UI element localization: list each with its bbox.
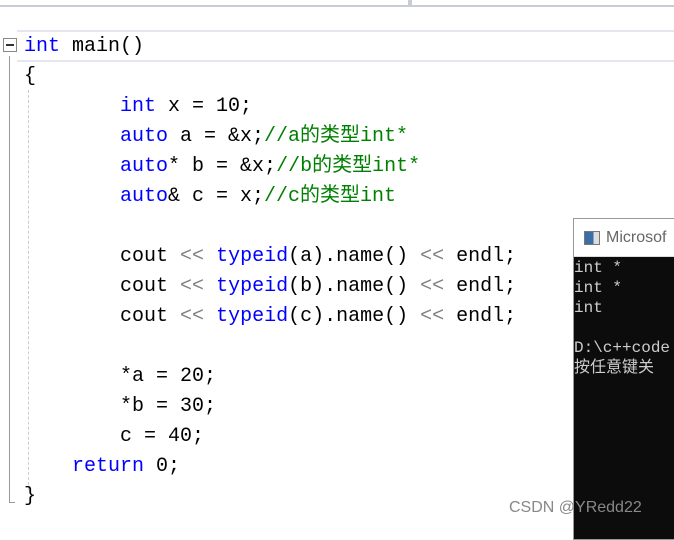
- code-token: (a).name(): [288, 245, 421, 268]
- code-token: auto: [120, 185, 169, 208]
- code-token: }: [24, 485, 37, 508]
- code-token: * b = &x;: [168, 155, 277, 178]
- tab-bar: [0, 0, 674, 7]
- code-token: int: [120, 95, 157, 118]
- code-token: c = 40;: [24, 425, 205, 448]
- code-token: <<: [180, 305, 205, 328]
- code-token: endl;: [444, 275, 517, 298]
- console-title-bar[interactable]: Microsof: [574, 219, 674, 257]
- code-token: typeid: [216, 245, 289, 268]
- console-app-icon: [584, 230, 600, 245]
- code-token: cout: [24, 305, 181, 328]
- code-line: *a = 20;: [24, 362, 516, 392]
- code-token: typeid: [216, 275, 289, 298]
- console-line: int: [574, 299, 603, 317]
- code-line: auto a = &x;//a的类型int*: [24, 122, 516, 152]
- console-output: int * int * int D:\c++code 按任意键关: [574, 257, 674, 378]
- code-line: cout << typeid(a).name() << endl;: [24, 242, 516, 272]
- code-token: typeid: [216, 305, 289, 328]
- code-token: <<: [420, 305, 445, 328]
- code-line: return 0;: [24, 452, 516, 482]
- code-line: int x = 10;: [24, 92, 516, 122]
- code-token: x = 10;: [156, 95, 253, 118]
- collapse-icon[interactable]: [3, 38, 17, 52]
- code-token: cout: [24, 275, 181, 298]
- code-token: //a的类型int*: [264, 125, 409, 148]
- code-token: <<: [420, 275, 445, 298]
- code-token: <<: [180, 275, 205, 298]
- code-token: auto: [120, 155, 169, 178]
- code-token: //b的类型int*: [276, 155, 421, 178]
- code-token: (c).name(): [288, 305, 421, 328]
- watermark: CSDN @YRedd22: [509, 499, 642, 516]
- code-editor[interactable]: int main() { int x = 10; auto a = &x;//a的…: [24, 32, 516, 512]
- code-token: return: [72, 455, 145, 478]
- console-title: Microsof: [606, 228, 667, 246]
- code-token: endl;: [444, 245, 517, 268]
- fold-line-end: [9, 502, 15, 503]
- code-line: cout << typeid(c).name() << endl;: [24, 302, 516, 332]
- code-line: int main(): [24, 32, 516, 62]
- console-line: int *: [574, 259, 623, 277]
- console-line: D:\c++code: [574, 339, 671, 357]
- code-token: main(): [60, 35, 145, 58]
- code-token: <<: [420, 245, 445, 268]
- code-line: c = 40;: [24, 422, 516, 452]
- code-token: cout: [24, 245, 181, 268]
- console-line: 按任意键关: [574, 359, 655, 377]
- code-token: {: [24, 65, 37, 88]
- code-token: <<: [180, 245, 205, 268]
- code-token: //c的类型int: [264, 185, 397, 208]
- code-token: int: [24, 35, 61, 58]
- code-line: {: [24, 62, 516, 92]
- code-token: a = &x;: [168, 125, 265, 148]
- code-line: }: [24, 482, 516, 512]
- code-token: *a = 20;: [24, 365, 217, 388]
- console-line: int *: [574, 279, 623, 297]
- code-token: endl;: [444, 305, 517, 328]
- console-window[interactable]: Microsof int * int * int D:\c++code 按任意键关: [573, 218, 674, 540]
- fold-line: [9, 56, 10, 503]
- code-token: *b = 30;: [24, 395, 217, 418]
- code-line: auto& c = x;//c的类型int: [24, 182, 516, 212]
- code-line: cout << typeid(b).name() << endl;: [24, 272, 516, 302]
- code-token: 0;: [144, 455, 181, 478]
- code-line: *b = 30;: [24, 392, 516, 422]
- code-token: auto: [120, 125, 169, 148]
- code-token: & c = x;: [168, 185, 265, 208]
- code-line: auto* b = &x;//b的类型int*: [24, 152, 516, 182]
- tab-separator: [408, 0, 412, 6]
- code-token: (b).name(): [288, 275, 421, 298]
